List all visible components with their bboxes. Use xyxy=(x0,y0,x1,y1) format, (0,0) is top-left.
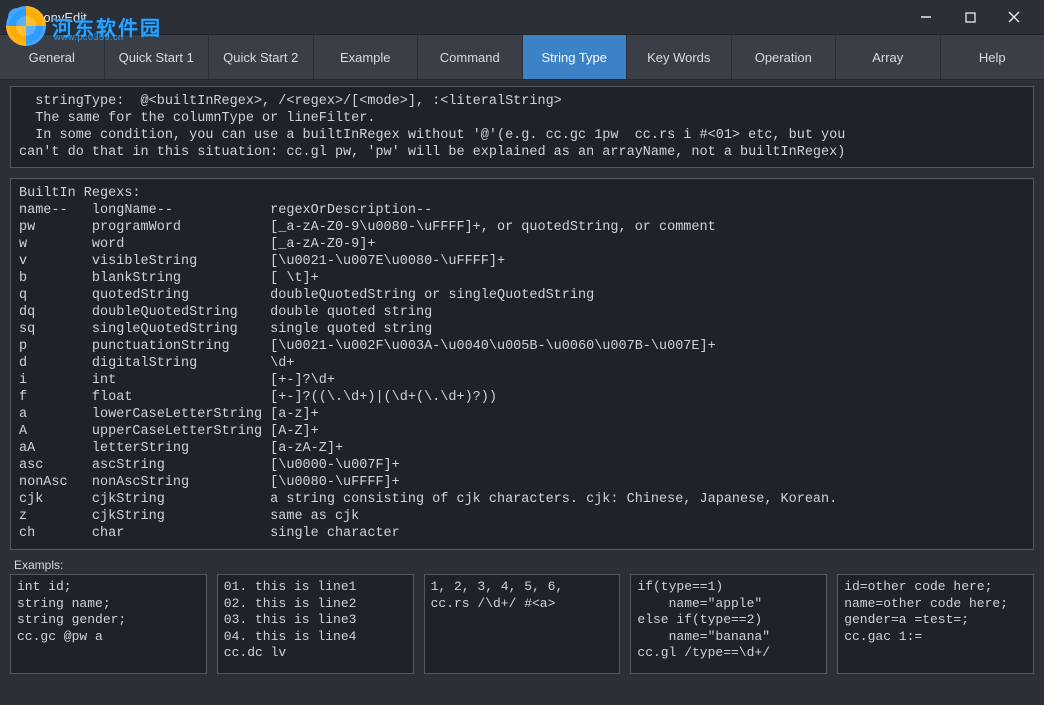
maximize-button[interactable] xyxy=(948,0,992,34)
tab-label: Operation xyxy=(755,50,812,65)
examples-row: int id; string name; string gender; cc.g… xyxy=(10,574,1034,674)
builtin-regex-panel: BuiltIn Regexs: name-- longName-- regexO… xyxy=(10,178,1034,550)
syntax-description-panel: stringType: @<builtInRegex>, /<regex>/[<… xyxy=(10,86,1034,168)
tab-label: Help xyxy=(979,50,1006,65)
titlebar: ConyEdit xyxy=(0,0,1044,34)
tab-key-words[interactable]: Key Words xyxy=(627,35,732,79)
tab-example[interactable]: Example xyxy=(314,35,419,79)
tab-label: Example xyxy=(340,50,391,65)
tab-label: Array xyxy=(872,50,903,65)
example-panel-3: 1, 2, 3, 4, 5, 6, cc.rs /\d+/ #<a> xyxy=(424,574,621,674)
app-icon xyxy=(8,8,26,26)
tab-operation[interactable]: Operation xyxy=(732,35,837,79)
tab-label: General xyxy=(29,50,75,65)
example-panel-4: if(type==1) name="apple" else if(type==2… xyxy=(630,574,827,674)
tab-quick-start-1[interactable]: Quick Start 1 xyxy=(105,35,210,79)
tab-string-type[interactable]: String Type xyxy=(523,35,628,79)
tab-help[interactable]: Help xyxy=(941,35,1044,79)
tab-bar: General Quick Start 1 Quick Start 2 Exam… xyxy=(0,34,1044,80)
tab-quick-start-2[interactable]: Quick Start 2 xyxy=(209,35,314,79)
tab-general[interactable]: General xyxy=(0,35,105,79)
example-panel-1: int id; string name; string gender; cc.g… xyxy=(10,574,207,674)
tab-label: Quick Start 2 xyxy=(223,50,298,65)
tab-label: Quick Start 1 xyxy=(119,50,194,65)
tab-label: Key Words xyxy=(647,50,710,65)
tab-label: Command xyxy=(440,50,500,65)
close-button[interactable] xyxy=(992,0,1036,34)
minimize-button[interactable] xyxy=(904,0,948,34)
example-panel-5: id=other code here; name=other code here… xyxy=(837,574,1034,674)
tab-command[interactable]: Command xyxy=(418,35,523,79)
tab-label: String Type xyxy=(541,50,607,65)
tab-array[interactable]: Array xyxy=(836,35,941,79)
window-title: ConyEdit xyxy=(34,10,87,25)
examples-heading: Exampls: xyxy=(14,558,1034,572)
example-panel-2: 01. this is line1 02. this is line2 03. … xyxy=(217,574,414,674)
